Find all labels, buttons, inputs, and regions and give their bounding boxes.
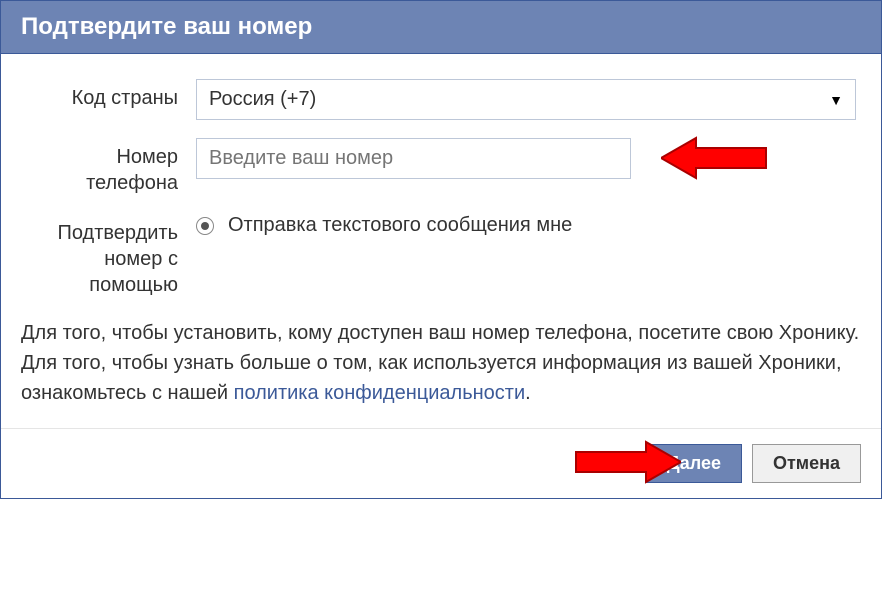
cancel-button[interactable]: Отмена: [752, 444, 861, 483]
dialog-body: Код страны Россия (+7) ▼ Номер телефона: [1, 54, 881, 428]
chevron-down-icon: ▼: [829, 92, 843, 108]
dialog-footer: Далее Отмена: [1, 428, 881, 498]
radio-dot-icon: [201, 222, 209, 230]
confirm-label: Подтвердить номер с помощью: [21, 214, 196, 298]
country-select[interactable]: Россия (+7) ▼: [196, 79, 856, 120]
description-part2: .: [525, 382, 531, 404]
radio-icon: [196, 217, 214, 235]
country-field: Россия (+7) ▼: [196, 79, 861, 120]
privacy-policy-link[interactable]: политика конфиденциальности: [234, 382, 526, 404]
dialog-header: Подтвердите ваш номер: [1, 1, 881, 54]
phone-label: Номер телефона: [21, 138, 196, 196]
confirm-field: Отправка текстового сообщения мне: [196, 214, 861, 237]
confirm-row: Подтвердить номер с помощью Отправка тек…: [21, 214, 861, 298]
phone-row: Номер телефона: [21, 138, 861, 196]
country-row: Код страны Россия (+7) ▼: [21, 79, 861, 120]
confirm-number-dialog: Подтвердите ваш номер Код страны Россия …: [0, 0, 882, 499]
description-text: Для того, чтобы установить, кому доступе…: [21, 318, 861, 408]
country-label: Код страны: [21, 79, 196, 111]
country-selected-value: Россия (+7): [209, 88, 316, 111]
annotation-arrow-icon: [661, 133, 771, 183]
dialog-title: Подтвердите ваш номер: [21, 13, 312, 40]
annotation-arrow-icon: [571, 437, 681, 487]
phone-field: [196, 138, 861, 179]
radio-label: Отправка текстового сообщения мне: [228, 214, 572, 237]
confirm-radio-option[interactable]: Отправка текстового сообщения мне: [196, 214, 572, 237]
phone-input[interactable]: [196, 138, 631, 179]
